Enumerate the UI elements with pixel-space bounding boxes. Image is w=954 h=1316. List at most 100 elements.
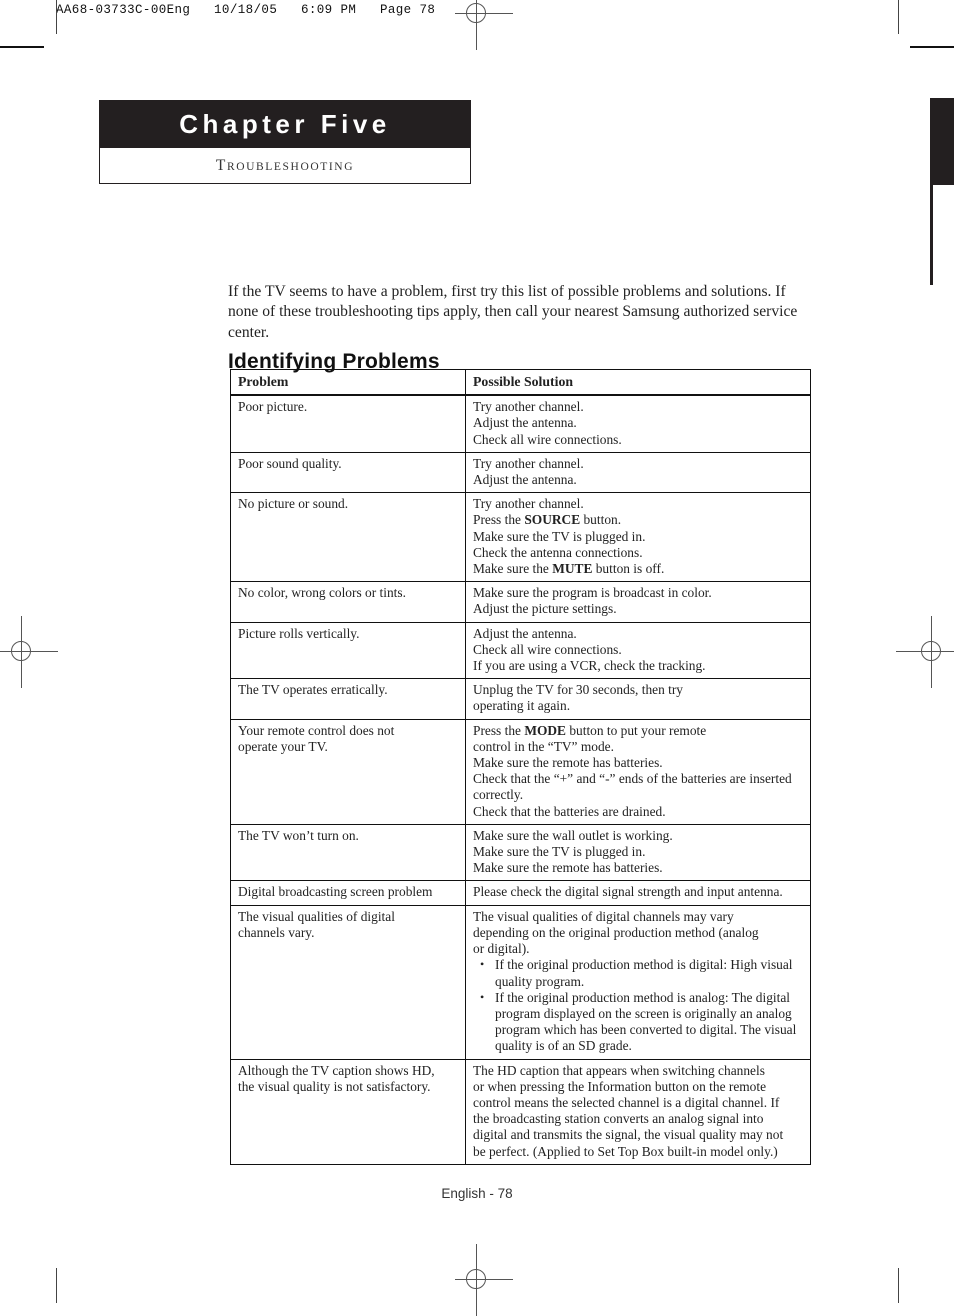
crop-mark-top-left [0, 46, 44, 48]
text-line: correctly. [473, 787, 524, 803]
table-row: Although the TV caption shows HD, the vis… [230, 1058, 811, 1165]
registration-hline-icon [896, 651, 954, 652]
text-line: The visual qualities of digital channels… [473, 908, 734, 924]
text-line: Make sure the TV is plugged in. [473, 844, 646, 860]
cell-problem: Digital broadcasting screen problem [230, 880, 466, 906]
registration-hline-icon [455, 13, 513, 14]
button-name-emphasis: MUTE [552, 561, 593, 577]
text-line: Make sure the remote has batteries. [473, 860, 663, 876]
text-line: No picture or sound. [238, 496, 349, 512]
registration-mark-bottom-center [455, 1244, 513, 1316]
text-line: Press the SOURCE button. [473, 512, 622, 528]
text-line: Check the antenna connections. [473, 544, 643, 560]
chapter-subtitle-initial: T [215, 156, 227, 174]
button-name-emphasis: SOURCE [524, 512, 581, 528]
text-line: The HD caption that appears when switchi… [473, 1062, 765, 1078]
column-header-problem: Problem [230, 369, 466, 397]
cell-problem: The TV won’t turn on. [230, 823, 466, 882]
table-row: The TV operates erratically. Unplug the T… [230, 678, 811, 720]
list-item: If the original production method is ana… [473, 989, 803, 1055]
cell-problem: Although the TV caption shows HD, the vis… [230, 1058, 466, 1165]
cell-problem: Poor sound quality. [230, 451, 466, 494]
registration-hline-icon [0, 651, 58, 652]
chapter-subtitle-bar: TROUBLESHOOTING [99, 148, 471, 184]
column-header-solution: Possible Solution [465, 369, 811, 397]
text-line: Check all wire connections. [473, 431, 622, 447]
table-row: Your remote control does not operate your… [230, 718, 811, 825]
text-line: Your remote control does not [238, 722, 395, 738]
cell-solution: Try another channel. Adjust the antenna. C… [465, 394, 811, 453]
text-line: the visual quality is not satisfactory. [238, 1078, 431, 1094]
text-line: channels vary. [238, 924, 315, 940]
troubleshooting-table: Problem Possible Solution Poor picture. T… [230, 369, 811, 1165]
text-line: Although the TV caption shows HD, [238, 1062, 435, 1078]
cell-solution: Make sure the wall outlet is working. Mak… [465, 823, 811, 882]
registration-mark-right [896, 616, 954, 688]
cell-problem: Your remote control does not operate your… [230, 718, 466, 825]
table-row: Poor picture. Try another channel. Adjust … [230, 394, 811, 453]
chapter-title-bar: Chapter Five [99, 100, 471, 148]
cell-problem: Picture rolls vertically. [230, 621, 466, 680]
table-header-row: Problem Possible Solution [230, 369, 811, 397]
text-line: be perfect. (Applied to Set Top Box buil… [473, 1143, 778, 1159]
text-line: Make sure the MUTE button is off. [473, 561, 665, 577]
table-row: The TV won’t turn on. Make sure the wall … [230, 823, 811, 882]
text-line: Check that the batteries are drained. [473, 803, 666, 819]
text-line: The TV won’t turn on. [238, 827, 359, 843]
cell-solution: Try another channel. Adjust the antenna. [465, 451, 811, 494]
table-row: Picture rolls vertically. Adjust the ante… [230, 621, 811, 680]
text-line: Poor sound quality. [238, 455, 342, 471]
page-footer: English - 78 [441, 1186, 513, 1201]
text-line: The TV operates erratically. [238, 682, 388, 698]
table-row: The visual qualities of digital channels … [230, 904, 811, 1060]
chapter-subtitle-rest: ROUBLESHOOTING [226, 160, 355, 173]
text-line: Poor picture. [238, 399, 308, 415]
table-body: Poor picture. Try another channel. Adjust … [230, 394, 811, 1165]
text-line: Check that the “+” and “-” ends of the b… [473, 771, 792, 787]
text-line: Adjust the picture settings. [473, 601, 617, 617]
text-line: control means the selected channel is a … [473, 1094, 780, 1110]
button-name-emphasis: MODE [524, 722, 566, 738]
intro-paragraph: If the TV seems to have a problem, first… [228, 282, 798, 341]
registration-vline-icon [21, 616, 22, 688]
registration-vline-icon [931, 616, 932, 688]
text-line: Adjust the antenna. [473, 415, 577, 431]
chapter-header-block: Chapter Five TROUBLESHOOTING [99, 100, 471, 184]
text-line: the broadcasting station converts an ana… [473, 1111, 764, 1127]
table-row: No picture or sound. Try another channel.… [230, 492, 811, 583]
text-line: Make sure the TV is plugged in. [473, 528, 646, 544]
table-row: Poor sound quality. Try another channel. A… [230, 451, 811, 494]
cell-problem: No color, wrong colors or tints. [230, 581, 466, 623]
text-line: Make sure the program is broadcast in co… [473, 585, 712, 601]
text-line: digital and transmits the signal, the vi… [473, 1127, 784, 1143]
text-line: Adjust the antenna. [473, 472, 577, 488]
text-line: Digital broadcasting screen problem [238, 884, 433, 900]
text-line: If you are using a VCR, check the tracki… [473, 658, 706, 674]
cell-problem: The visual qualities of digital channels … [230, 904, 466, 1060]
cell-solution: Adjust the antenna. Check all wire connec… [465, 621, 811, 680]
thumb-tab-edge-rule [930, 185, 933, 285]
text-line: Try another channel. [473, 399, 584, 415]
text-line: Unplug the TV for 30 seconds, then try [473, 682, 684, 698]
crop-rule-left [56, 0, 57, 34]
text-line: Check all wire connections. [473, 641, 622, 657]
solution-bullet-list: If the original production method is dig… [473, 956, 803, 1055]
table-row: Digital broadcasting screen problem Pleas… [230, 880, 811, 906]
cell-solution: The visual qualities of digital channels… [465, 904, 811, 1060]
text-line: Adjust the antenna. [473, 625, 577, 641]
cell-solution: Please check the digital signal strength… [465, 880, 811, 906]
text-line: Try another channel. [473, 455, 584, 471]
text-line: operating it again. [473, 698, 571, 714]
text-line: Make sure the wall outlet is working. [473, 827, 673, 843]
text-line: No color, wrong colors or tints. [238, 585, 406, 601]
list-item: If the original production method is dig… [473, 956, 803, 989]
crop-rule-bottom-left [56, 1268, 57, 1303]
crop-rule-bottom-right [898, 1268, 899, 1303]
text-line: Try another channel. [473, 496, 584, 512]
text-line: control in the “TV” mode. [473, 738, 614, 754]
chapter-title: Chapter Five [179, 108, 391, 139]
text-line: Make sure the remote has batteries. [473, 755, 663, 771]
registration-mark-left [0, 616, 58, 688]
cell-solution: Make sure the program is broadcast in co… [465, 581, 811, 623]
cell-solution: The HD caption that appears when switchi… [465, 1058, 811, 1165]
